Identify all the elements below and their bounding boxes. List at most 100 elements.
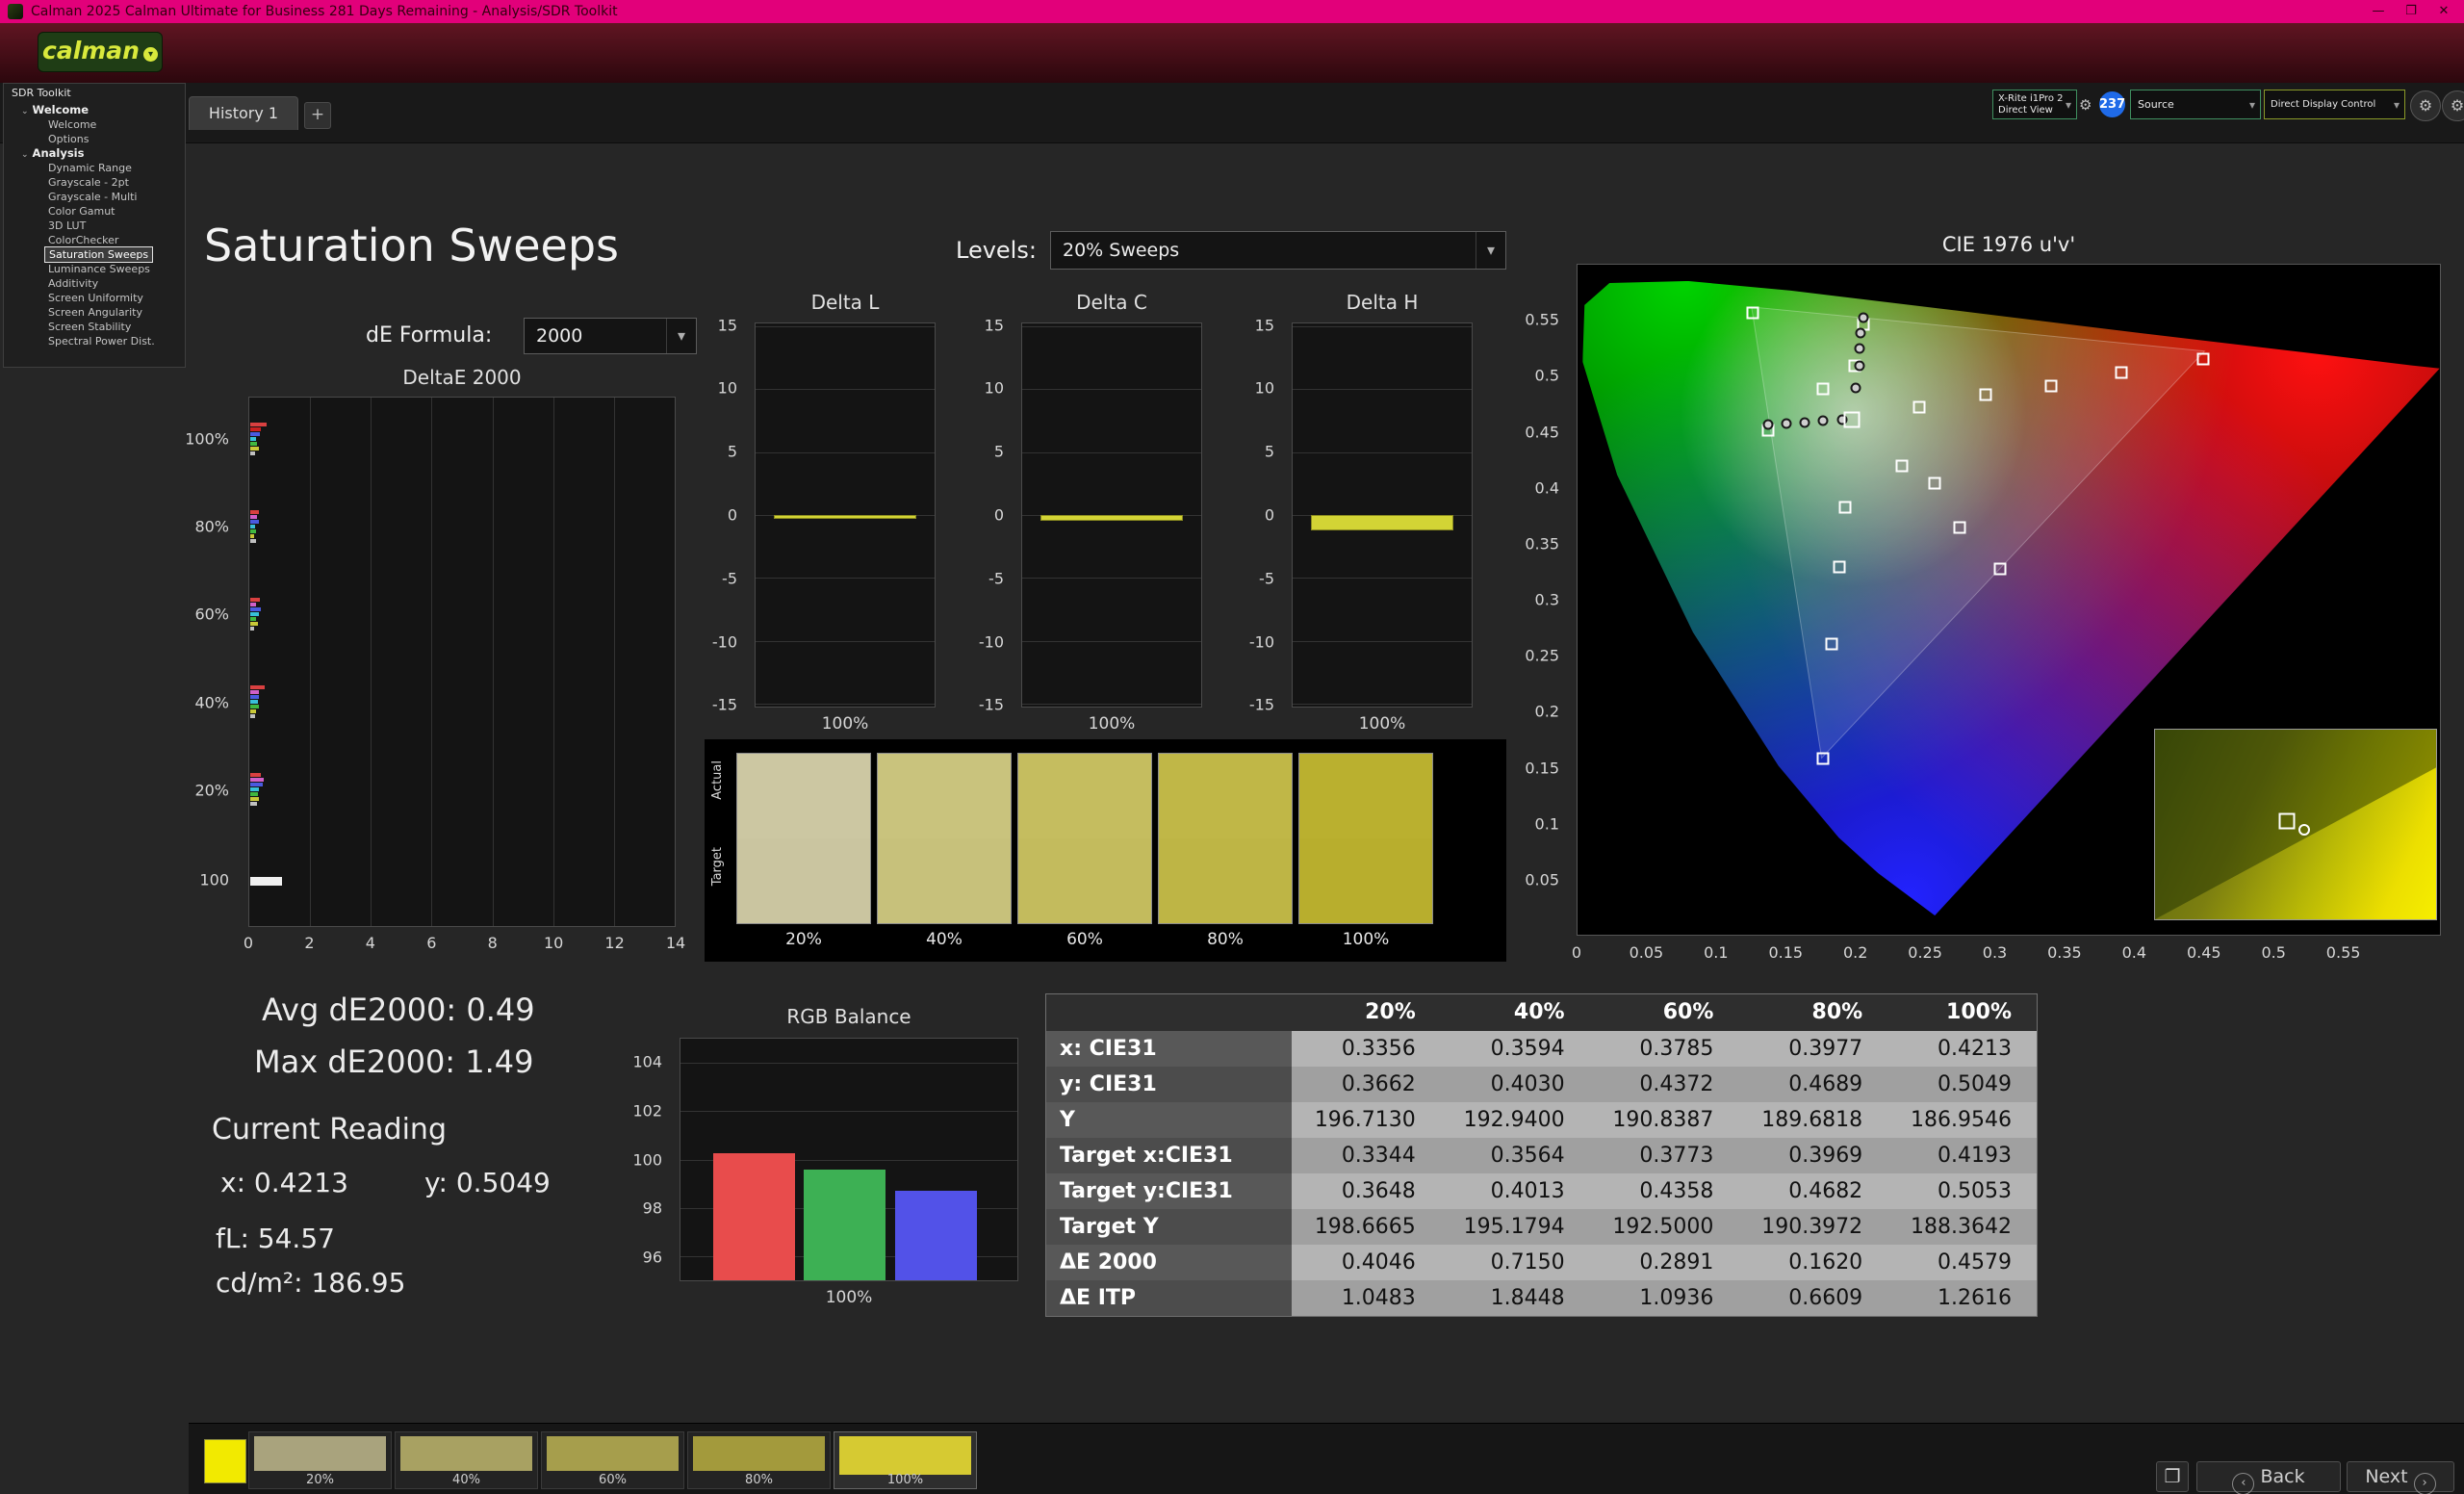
delta-bar — [774, 515, 917, 519]
de-bar — [250, 773, 261, 777]
table-header-cell: 80% — [1738, 994, 1887, 1031]
sidebar-item-saturation-sweeps[interactable]: Saturation Sweeps — [45, 247, 152, 262]
gridline — [756, 641, 935, 642]
minimize-button[interactable]: — — [2362, 0, 2395, 23]
y-tick-label: 0.35 — [1525, 534, 1559, 553]
y-tick-label: 0.15 — [1525, 759, 1559, 777]
tab-history-1[interactable]: History 1 — [189, 96, 298, 130]
next-button[interactable]: Next › — [2347, 1461, 2454, 1492]
de-bar — [250, 612, 259, 616]
table-value-cell: 0.4358 — [1590, 1173, 1739, 1209]
display-control-dropdown[interactable]: Direct Display Control ▾ — [2264, 90, 2405, 119]
x-tick-label: 0.2 — [1843, 943, 1867, 962]
de-bar — [250, 437, 256, 441]
thumbnail-40%[interactable]: 40% — [395, 1431, 538, 1489]
thumbnail-100%[interactable]: 100% — [834, 1431, 977, 1489]
y-tick-label: 98 — [643, 1199, 662, 1218]
table-value-cell: 0.5053 — [1887, 1173, 2037, 1209]
x-tick-label: 12 — [604, 934, 624, 952]
restore-layout-button[interactable]: ❐ — [2156, 1461, 2189, 1492]
measured-point-marker — [1800, 418, 1810, 428]
measured-point-marker — [1854, 343, 1864, 353]
sidebar-section-analysis[interactable]: ⌄Analysis — [4, 146, 185, 161]
add-tab-button[interactable]: + — [304, 102, 331, 129]
de-bar — [250, 451, 255, 455]
thumbnail-label: 100% — [834, 1473, 976, 1487]
page-title: Saturation Sweeps — [204, 219, 619, 271]
deltae-x-axis: 02468101214 — [248, 934, 676, 957]
sidebar-item-colorchecker[interactable]: ColorChecker — [4, 233, 185, 247]
thumbnail-80%[interactable]: 80% — [687, 1431, 831, 1489]
x-tick-label: 0.35 — [2047, 943, 2082, 962]
sidebar-item-grayscale-multi[interactable]: Grayscale - Multi — [4, 190, 185, 204]
maximize-button[interactable]: ❐ — [2395, 0, 2427, 23]
swatch-40% — [877, 753, 1012, 924]
sidebar-item-additivity[interactable]: Additivity — [4, 276, 185, 291]
sidebar-item-screen-stability[interactable]: Screen Stability — [4, 320, 185, 334]
meter-button[interactable]: X-Rite i1Pro 2 Direct View ▾ — [1992, 90, 2077, 119]
table-header-cell: 100% — [1887, 994, 2037, 1031]
sidebar-item-welcome[interactable]: Welcome — [4, 117, 185, 132]
close-button[interactable]: ✕ — [2427, 0, 2460, 23]
table-value-cell: 0.3773 — [1590, 1138, 1739, 1173]
swatch-actual — [878, 754, 1011, 838]
back-button[interactable]: ‹ Back — [2196, 1461, 2341, 1492]
x-tick-label: 0.3 — [1983, 943, 2007, 962]
thumbnail-20%[interactable]: 20% — [248, 1431, 392, 1489]
deltae-y-axis: 100%80%60%40%20%100 — [144, 397, 239, 927]
sidebar-item-color-gamut[interactable]: Color Gamut — [4, 204, 185, 219]
sidebar-item-3d-lut[interactable]: 3D LUT — [4, 219, 185, 233]
gridline — [493, 398, 494, 926]
cie-chart-plot — [1577, 264, 2441, 936]
avg-de2000: Avg dE2000: 0.49 — [262, 992, 535, 1028]
swatch-actual — [1018, 754, 1151, 838]
sidebar-item-dynamic-range[interactable]: Dynamic Range — [4, 161, 185, 175]
table-value-cell: 189.6818 — [1738, 1102, 1887, 1138]
y-tick-label: 15 — [985, 316, 1004, 334]
sidebar-item-grayscale-2pt[interactable]: Grayscale - 2pt — [4, 175, 185, 190]
table-row: Target Y198.6665195.1794192.5000190.3972… — [1046, 1209, 2037, 1245]
sidebar-item-luminance-sweeps[interactable]: Luminance Sweeps — [4, 262, 185, 276]
thumbnail-current-patch[interactable] — [204, 1439, 246, 1483]
delta-h-y-axis: 151050-5-10-15 — [1234, 322, 1284, 708]
thumbnail-60%[interactable]: 60% — [541, 1431, 684, 1489]
levels-dropdown[interactable]: 20% Sweeps ▾ — [1050, 231, 1506, 270]
measured-point-marker — [1782, 419, 1792, 429]
de-bar — [250, 603, 256, 606]
x-tick-label: 0.45 — [2187, 943, 2221, 962]
de-formula-label: dE Formula: — [366, 323, 492, 348]
menubar: calman▾ — [0, 23, 2464, 84]
gridline — [1022, 326, 1201, 327]
delta-h-plot — [1292, 322, 1473, 708]
sidebar-item-screen-angularity[interactable]: Screen Angularity — [4, 305, 185, 320]
sidebar-item-options[interactable]: Options — [4, 132, 185, 146]
cie-chart-title: CIE 1976 u'v' — [1577, 233, 2441, 256]
y-tick-label: 5 — [1265, 443, 1274, 461]
source-dropdown[interactable]: Source ▾ — [2130, 90, 2261, 119]
section-chevron-icon: ⌄ — [21, 107, 29, 116]
x-tick-label: 0 — [244, 934, 253, 952]
de-formula-dropdown[interactable]: 2000 ▾ — [524, 318, 697, 354]
settings-gear-button[interactable]: ⚙ — [2410, 90, 2441, 121]
y-tick-label: 10 — [718, 379, 737, 398]
sidebar-item-screen-uniformity[interactable]: Screen Uniformity — [4, 291, 185, 305]
gridline — [371, 398, 372, 926]
calman-logo-button[interactable]: calman▾ — [38, 32, 163, 72]
de-bar — [250, 598, 260, 602]
thumbnail-label: 60% — [542, 1473, 683, 1487]
de-bar — [250, 700, 258, 704]
settings-gear-button-2[interactable]: ⚙ — [2442, 90, 2464, 121]
y-tick-label: 0.3 — [1535, 591, 1559, 609]
sidebar-section-welcome[interactable]: ⌄Welcome — [4, 103, 185, 117]
reading-fl: fL: 54.57 — [216, 1223, 335, 1254]
table-value-cell: 0.2891 — [1590, 1245, 1739, 1280]
table-row-label: Target y:CIE31 — [1046, 1173, 1292, 1209]
meter-gear-icon[interactable]: ⚙ — [2079, 96, 2092, 114]
de-bar — [250, 695, 259, 699]
sidebar-item-spectral-power-dist-[interactable]: Spectral Power Dist. — [4, 334, 185, 348]
y-tick-label: -15 — [1249, 696, 1274, 714]
table-value-cell: 0.4689 — [1738, 1067, 1887, 1102]
gridline — [1293, 641, 1472, 642]
gridline — [310, 398, 311, 926]
y-tick-label: 40% — [194, 693, 229, 711]
